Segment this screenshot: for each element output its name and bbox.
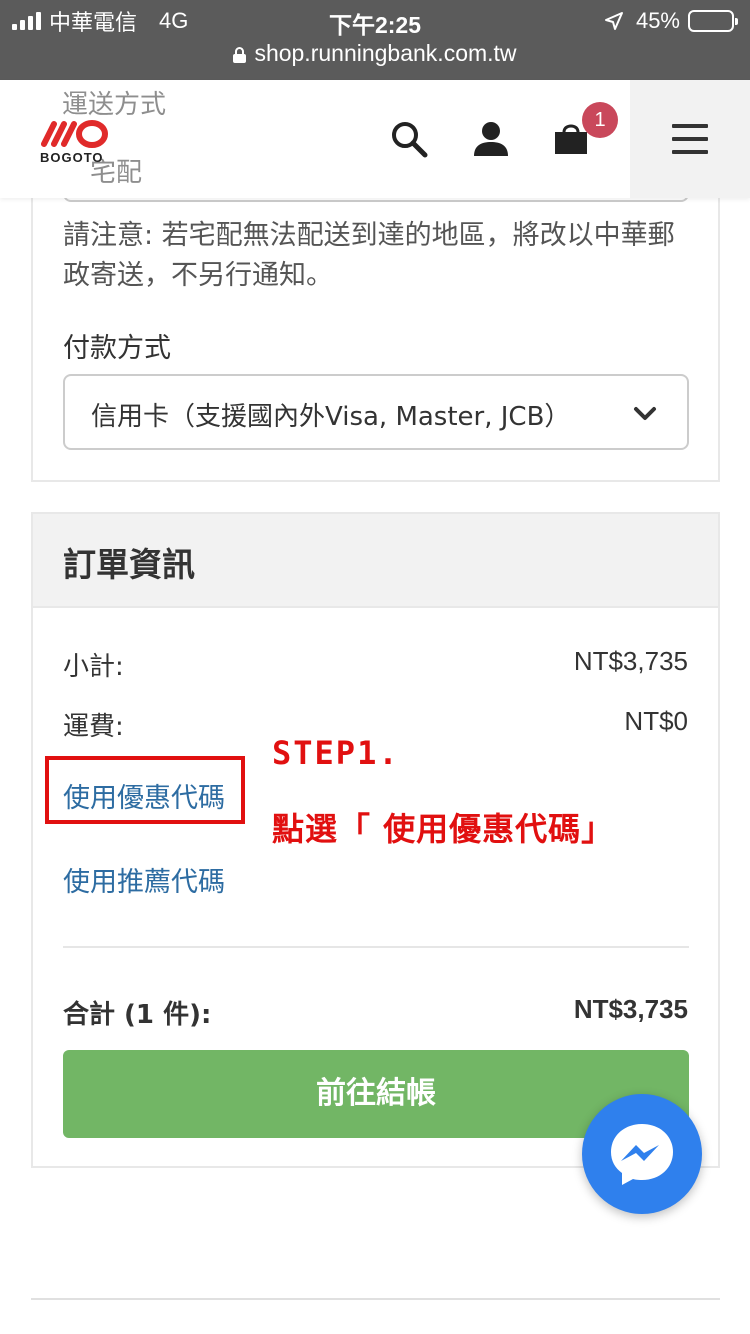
site-header: BOGOTO 1 運送方式 宅配 xyxy=(0,80,750,198)
summary-divider xyxy=(63,946,689,948)
menu-button[interactable] xyxy=(630,80,750,198)
annotation-step-label: STEP1. xyxy=(272,734,400,772)
subtotal-value: NT$3,735 xyxy=(573,646,688,676)
annotation-instruction: 點選「 使用優惠代碼」 xyxy=(272,810,615,848)
battery-icon xyxy=(688,10,738,32)
total-value: NT$3,735 xyxy=(573,994,688,1024)
hamburger-icon xyxy=(672,124,708,154)
shipping-notice: 請注意: 若宅配無法配送到達的地區，將改以中華郵政寄送，不另行通知。 xyxy=(63,220,675,291)
search-icon[interactable] xyxy=(388,118,430,160)
messenger-chat-button[interactable] xyxy=(582,1094,702,1214)
footer-divider xyxy=(31,1298,720,1300)
order-summary-title: 訂單資訊 xyxy=(63,545,195,584)
subtotal-label: 小計: xyxy=(63,652,124,682)
payment-method-select[interactable]: 信用卡（支援國內外Visa, Master, JCB） xyxy=(63,374,689,450)
messenger-icon xyxy=(611,1124,673,1185)
shipping-fee-value: NT$0 xyxy=(624,706,688,736)
battery-percent: 45% xyxy=(635,8,680,33)
status-bar: 中華電信 4G 下午2:25 45% shop.runningbank.com.… xyxy=(0,0,750,80)
total-label: 合計 (1 件): xyxy=(63,1000,212,1030)
status-right: 45% xyxy=(604,6,738,36)
account-icon[interactable] xyxy=(470,118,512,160)
shipping-fee-label: 運費: xyxy=(63,712,124,742)
order-summary-header: 訂單資訊 xyxy=(33,514,718,608)
payment-method-label: 付款方式 xyxy=(63,333,171,364)
checkout-options-card: 請注意: 若宅配無法配送到達的地區，將改以中華郵政寄送，不另行通知。 付款方式 … xyxy=(31,150,720,482)
cart-count-badge: 1 xyxy=(582,102,618,138)
annotation-highlight-box xyxy=(45,756,245,824)
shipping-method-label-hidden: 運送方式 xyxy=(62,90,167,120)
location-arrow-icon xyxy=(604,12,623,30)
use-referral-link[interactable]: 使用推薦代碼 xyxy=(63,860,225,899)
url-text: shop.runningbank.com.tw xyxy=(254,40,517,66)
payment-method-value: 信用卡（支援國內外Visa, Master, JCB） xyxy=(91,402,571,432)
address-bar[interactable]: shop.runningbank.com.tw xyxy=(0,40,750,67)
lock-icon xyxy=(233,46,247,63)
chevron-down-icon xyxy=(634,407,656,420)
shipping-method-value-hidden: 宅配 xyxy=(90,158,143,188)
